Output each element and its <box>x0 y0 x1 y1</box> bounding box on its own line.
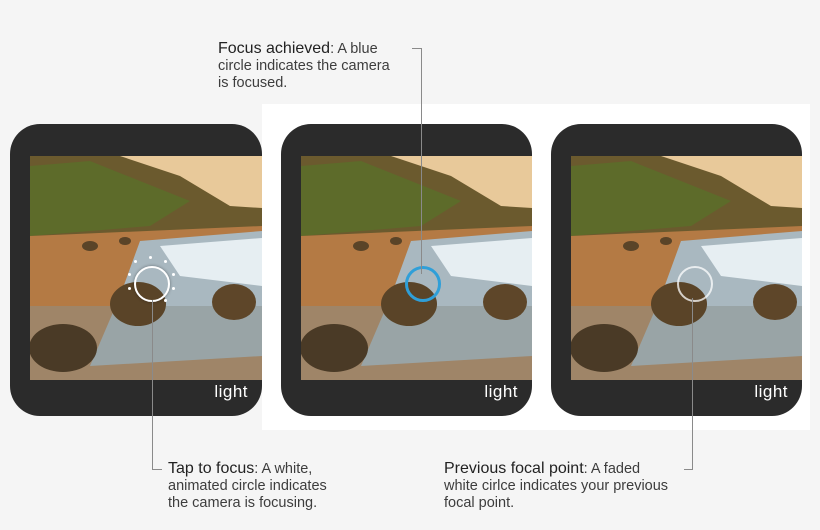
camera-screen-focus-achieved: light <box>281 124 532 416</box>
callout-title: Tap to focus <box>168 460 255 477</box>
viewfinder-image[interactable] <box>301 156 532 380</box>
callout-text: focal point. <box>444 495 515 511</box>
focus-tick <box>134 260 137 263</box>
focus-circle-blue <box>405 266 441 302</box>
leader-line-focus-achieved-v <box>421 48 422 274</box>
focus-tick <box>149 256 152 259</box>
callout-text: white cirlce indicates your previous <box>444 478 669 494</box>
callout-focus-achieved: Focus achieved: A blue circle indicates … <box>218 40 438 92</box>
callout-text: circle indicates the camera <box>218 58 390 74</box>
callout-text: : A blue <box>330 41 378 57</box>
leader-line-previous-focal-v <box>692 298 693 470</box>
light-logo: light <box>214 382 248 401</box>
callout-text: : A white, <box>254 461 313 477</box>
viewfinder-image[interactable] <box>30 156 262 380</box>
light-logo: light <box>754 382 788 401</box>
callout-previous-focal-point: Previous focal point: A faded white cirl… <box>444 460 714 512</box>
focus-circle-faded <box>677 266 713 302</box>
focus-tick <box>128 273 131 276</box>
callout-title: Previous focal point <box>444 460 584 477</box>
callout-text: : A faded <box>583 461 641 477</box>
camera-screen-tap-to-focus: light <box>10 124 262 416</box>
camera-screen-previous-focal-point: light <box>551 124 802 416</box>
callout-tap-to-focus: Tap to focus: A white, animated circle i… <box>168 460 378 512</box>
callout-title: Focus achieved <box>218 40 331 57</box>
light-logo: light <box>484 382 518 401</box>
callout-text: animated circle indicates <box>168 478 327 494</box>
leader-line-previous-focal-h <box>684 469 693 470</box>
leader-line-tap-to-focus-h <box>152 469 162 470</box>
callout-text: the camera is focusing. <box>168 495 318 511</box>
focus-tick <box>172 273 175 276</box>
focus-tick <box>164 260 167 263</box>
focus-tick <box>128 287 131 290</box>
leader-line-tap-to-focus-v <box>152 300 153 470</box>
focus-circle-animated <box>134 266 170 302</box>
focus-tick <box>164 299 167 302</box>
focus-tick <box>172 287 175 290</box>
callout-text: is focused. <box>218 75 288 91</box>
viewfinder-image[interactable] <box>571 156 802 380</box>
